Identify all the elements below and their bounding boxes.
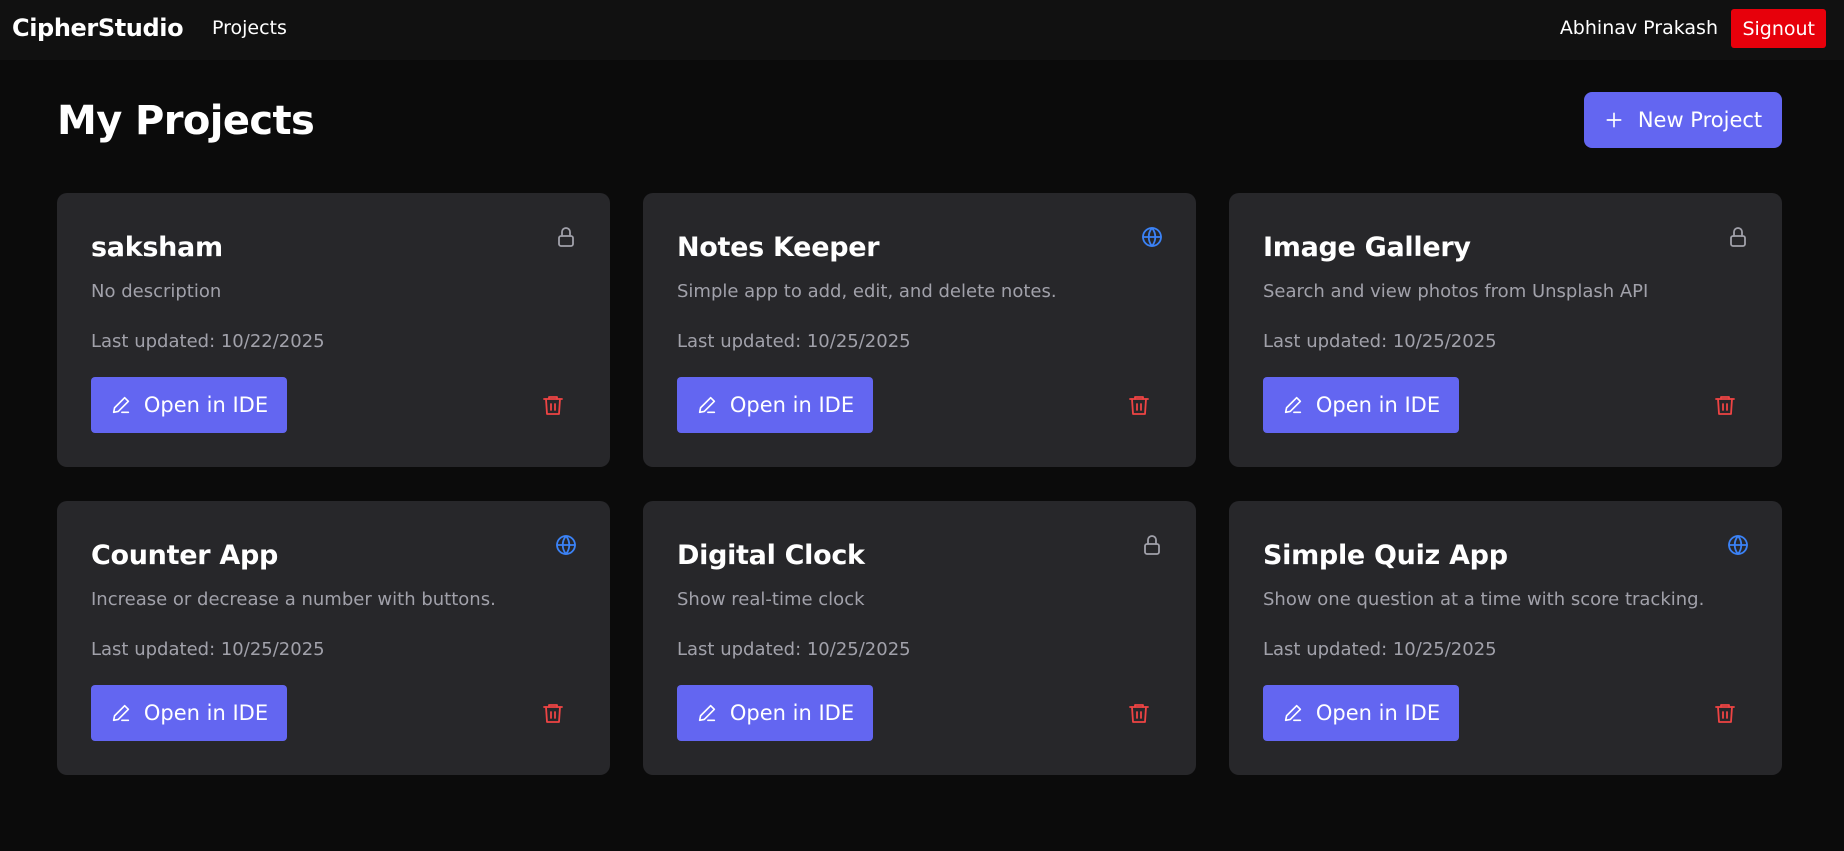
project-last-updated: Last updated: 10/22/2025 bbox=[91, 331, 325, 352]
nav-link-projects[interactable]: Projects bbox=[212, 17, 287, 39]
open-in-ide-label: Open in IDE bbox=[143, 393, 269, 417]
trash-icon bbox=[1715, 704, 1735, 723]
globe-icon bbox=[554, 533, 578, 557]
delete-project-button[interactable] bbox=[1713, 700, 1739, 726]
delete-project-button[interactable] bbox=[541, 700, 567, 726]
project-last-updated: Last updated: 10/25/2025 bbox=[1263, 331, 1497, 352]
project-card: Notes Keeper Simple app to add, edit, an… bbox=[643, 193, 1196, 467]
delete-project-button[interactable] bbox=[1127, 392, 1153, 418]
project-name: saksham bbox=[91, 232, 223, 263]
delete-project-button[interactable] bbox=[1127, 700, 1153, 726]
lock-icon bbox=[1726, 225, 1750, 249]
new-project-button[interactable]: New Project bbox=[1584, 92, 1782, 148]
project-last-updated: Last updated: 10/25/2025 bbox=[677, 331, 911, 352]
globe-icon bbox=[1140, 225, 1164, 249]
open-in-ide-button[interactable]: Open in IDE bbox=[1263, 685, 1459, 741]
trash-icon bbox=[1129, 396, 1149, 415]
project-last-updated: Last updated: 10/25/2025 bbox=[91, 639, 325, 660]
project-last-updated: Last updated: 10/25/2025 bbox=[1263, 639, 1497, 660]
pencil-icon bbox=[698, 704, 716, 722]
project-name: Image Gallery bbox=[1263, 232, 1471, 263]
open-in-ide-label: Open in IDE bbox=[1315, 393, 1441, 417]
top-navbar: CipherStudio Projects Abhinav Prakash Si… bbox=[0, 0, 1844, 60]
project-description: Show real-time clock bbox=[677, 589, 865, 610]
plus-icon bbox=[1606, 112, 1622, 128]
new-project-label: New Project bbox=[1637, 108, 1763, 132]
project-card: Counter App Increase or decrease a numbe… bbox=[57, 501, 610, 775]
projects-grid: saksham No description Last updated: 10/… bbox=[57, 193, 1782, 775]
trash-icon bbox=[1715, 396, 1735, 415]
open-in-ide-label: Open in IDE bbox=[1315, 701, 1441, 725]
open-in-ide-button[interactable]: Open in IDE bbox=[91, 685, 287, 741]
open-in-ide-button[interactable]: Open in IDE bbox=[677, 685, 873, 741]
project-card: Simple Quiz App Show one question at a t… bbox=[1229, 501, 1782, 775]
project-description: Show one question at a time with score t… bbox=[1263, 589, 1705, 610]
project-description: Search and view photos from Unsplash API bbox=[1263, 281, 1649, 302]
project-name: Notes Keeper bbox=[677, 232, 880, 263]
open-in-ide-button[interactable]: Open in IDE bbox=[1263, 377, 1459, 433]
open-in-ide-label: Open in IDE bbox=[729, 701, 855, 725]
pencil-icon bbox=[698, 396, 716, 414]
project-name: Digital Clock bbox=[677, 540, 865, 571]
lock-icon bbox=[1140, 533, 1164, 557]
pencil-icon bbox=[112, 704, 130, 722]
open-in-ide-label: Open in IDE bbox=[729, 393, 855, 417]
lock-icon bbox=[554, 225, 578, 249]
project-description: No description bbox=[91, 281, 222, 302]
project-last-updated: Last updated: 10/25/2025 bbox=[677, 639, 911, 660]
project-card: Digital Clock Show real-time clock Last … bbox=[643, 501, 1196, 775]
open-in-ide-button[interactable]: Open in IDE bbox=[91, 377, 287, 433]
user-name: Abhinav Prakash bbox=[1559, 17, 1718, 39]
trash-icon bbox=[1129, 704, 1149, 723]
project-card: Image Gallery Search and view photos fro… bbox=[1229, 193, 1782, 467]
page-title: My Projects bbox=[57, 98, 315, 144]
delete-project-button[interactable] bbox=[541, 392, 567, 418]
project-name: Simple Quiz App bbox=[1263, 540, 1508, 571]
trash-icon bbox=[543, 704, 563, 723]
open-in-ide-label: Open in IDE bbox=[143, 701, 269, 725]
signout-button[interactable]: Signout bbox=[1731, 9, 1826, 48]
project-description: Simple app to add, edit, and delete note… bbox=[677, 281, 1057, 302]
brand-logo[interactable]: CipherStudio bbox=[12, 14, 184, 42]
open-in-ide-button[interactable]: Open in IDE bbox=[677, 377, 873, 433]
project-card: saksham No description Last updated: 10/… bbox=[57, 193, 610, 467]
pencil-icon bbox=[112, 396, 130, 414]
project-description: Increase or decrease a number with butto… bbox=[91, 589, 496, 610]
project-name: Counter App bbox=[91, 540, 278, 571]
pencil-icon bbox=[1284, 396, 1302, 414]
pencil-icon bbox=[1284, 704, 1302, 722]
globe-icon bbox=[1726, 533, 1750, 557]
trash-icon bbox=[543, 396, 563, 415]
delete-project-button[interactable] bbox=[1713, 392, 1739, 418]
